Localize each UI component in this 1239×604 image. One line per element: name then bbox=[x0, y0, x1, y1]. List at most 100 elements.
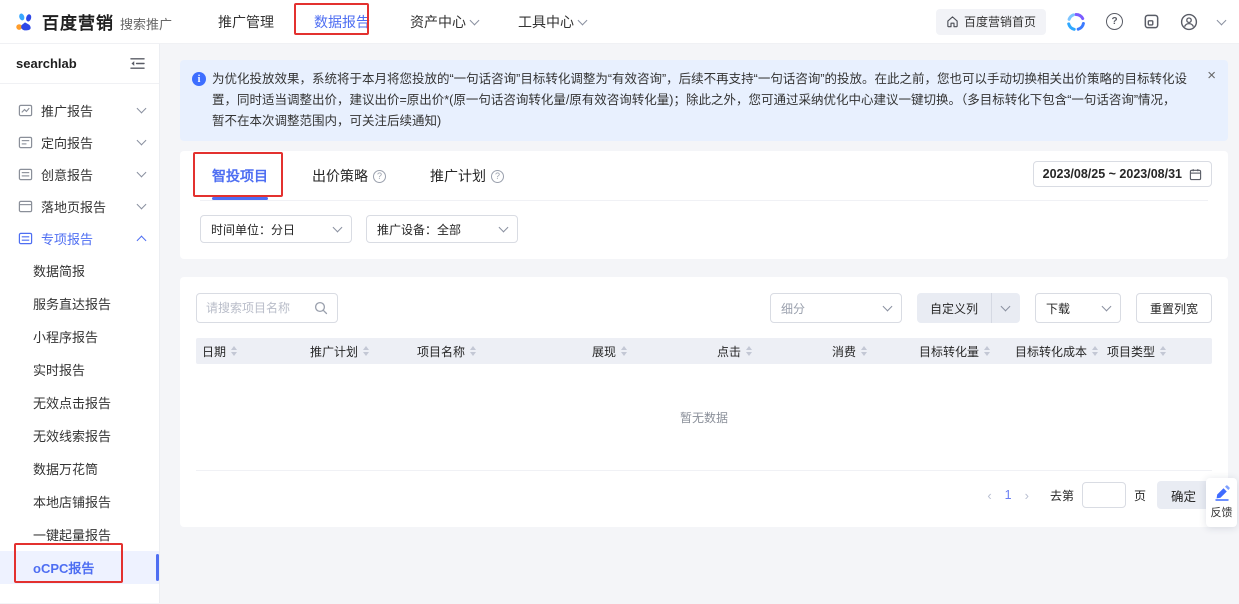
table-toolbar: 细分 自定义列 下载 重置列宽 bbox=[196, 293, 1212, 323]
close-icon[interactable]: × bbox=[1207, 68, 1216, 83]
calendar-icon bbox=[1189, 168, 1202, 181]
sidebar-subitem-data-kaleidoscope[interactable]: 数据万花筒 bbox=[0, 452, 159, 485]
sidebar-subitem-miniapp-report[interactable]: 小程序报告 bbox=[0, 320, 159, 353]
search-input[interactable] bbox=[206, 301, 308, 315]
account-chevron-down-icon[interactable] bbox=[1217, 15, 1227, 25]
goto-prefix-label: 去第 bbox=[1050, 487, 1074, 504]
reset-label: 重置列宽 bbox=[1150, 300, 1198, 317]
column-label: 点击 bbox=[717, 343, 741, 360]
help-icon[interactable]: ? bbox=[373, 170, 386, 183]
time-unit-value: 时间单位：分日 bbox=[211, 221, 295, 238]
download-select[interactable]: 下载 bbox=[1035, 293, 1121, 323]
sidebar-item-promotion-report[interactable]: 推广报告 bbox=[0, 94, 159, 126]
column-header-target-conversions[interactable]: 目标转化量 bbox=[919, 343, 1015, 360]
goto-page-input[interactable] bbox=[1082, 482, 1126, 508]
tab-promotion-plan[interactable]: 推广计划 ? bbox=[430, 151, 504, 200]
sort-icon[interactable] bbox=[1092, 346, 1098, 356]
sidebar-subitem-data-brief[interactable]: 数据简报 bbox=[0, 254, 159, 287]
empty-state-text: 暂无数据 bbox=[196, 364, 1212, 470]
tab-label: 推广计划 bbox=[430, 166, 486, 186]
confirm-button[interactable]: 确定 bbox=[1157, 481, 1210, 509]
sort-icon[interactable] bbox=[363, 346, 369, 356]
sidebar-title: searchlab bbox=[16, 56, 77, 71]
marketing-home-button[interactable]: 百度营销首页 bbox=[936, 9, 1046, 35]
help-icon[interactable]: ? bbox=[491, 170, 504, 183]
sidebar-subitem-one-key-boost-report[interactable]: 一键起量报告 bbox=[0, 518, 159, 551]
nav-item-tool-center[interactable]: 工具中心 bbox=[518, 12, 586, 32]
project-search-box[interactable] bbox=[196, 293, 338, 323]
date-range-picker[interactable]: 2023/08/25 ~ 2023/08/31 bbox=[1033, 161, 1212, 187]
current-page-number[interactable]: 1 bbox=[1003, 488, 1014, 502]
customize-columns-dropdown[interactable] bbox=[991, 293, 1020, 323]
sidebar-item-label: 定向报告 bbox=[41, 133, 130, 152]
sidebar-subitem-realtime-report[interactable]: 实时报告 bbox=[0, 353, 159, 386]
sidebar-subitem-invalid-lead-report[interactable]: 无效线索报告 bbox=[0, 419, 159, 452]
column-header-plan[interactable]: 推广计划 bbox=[310, 343, 417, 360]
nav-item-label: 资产中心 bbox=[410, 12, 466, 32]
report-icon bbox=[18, 103, 33, 118]
sort-icon[interactable] bbox=[231, 346, 237, 356]
chevron-down-icon bbox=[499, 223, 509, 233]
chevron-down-icon bbox=[137, 104, 147, 114]
nav-item-data-report[interactable]: 数据报告 bbox=[314, 12, 370, 32]
reset-column-width-button[interactable]: 重置列宽 bbox=[1136, 293, 1212, 323]
chevron-down-icon bbox=[1001, 302, 1011, 312]
apps-window-icon[interactable] bbox=[1143, 13, 1160, 30]
sidebar-item-label: 落地页报告 bbox=[41, 197, 130, 216]
sort-icon[interactable] bbox=[861, 346, 867, 356]
sidebar-subitem-service-direct-report[interactable]: 服务直达报告 bbox=[0, 287, 159, 320]
sidebar-item-label: 推广报告 bbox=[41, 101, 130, 120]
customize-columns-button[interactable]: 自定义列 bbox=[917, 293, 1020, 323]
sort-icon[interactable] bbox=[746, 346, 752, 356]
prev-page-icon[interactable]: ‹ bbox=[985, 488, 993, 503]
report-icon bbox=[18, 167, 33, 182]
feedback-label: 反馈 bbox=[1211, 504, 1233, 520]
column-label: 项目名称 bbox=[417, 343, 465, 360]
column-label: 日期 bbox=[202, 343, 226, 360]
nav-item-asset-center[interactable]: 资产中心 bbox=[410, 12, 478, 32]
chevron-down-icon bbox=[137, 168, 147, 178]
tab-label: 出价策略 bbox=[312, 166, 368, 186]
sidebar-item-special-report[interactable]: 专项报告 bbox=[0, 222, 159, 254]
column-header-clicks[interactable]: 点击 bbox=[717, 343, 832, 360]
column-header-project-type[interactable]: 项目类型 bbox=[1107, 343, 1212, 360]
sidebar-item-targeting-report[interactable]: 定向报告 bbox=[0, 126, 159, 158]
column-header-cost[interactable]: 消费 bbox=[832, 343, 919, 360]
device-select[interactable]: 推广设备：全部 bbox=[366, 215, 518, 243]
column-header-date[interactable]: 日期 bbox=[202, 343, 310, 360]
sort-icon[interactable] bbox=[470, 346, 476, 356]
collapse-menu-icon[interactable] bbox=[130, 57, 145, 70]
column-label: 目标转化成本 bbox=[1015, 343, 1087, 360]
column-header-impressions[interactable]: 展现 bbox=[592, 343, 717, 360]
top-nav: 推广管理 数据报告 资产中心 工具中心 bbox=[218, 12, 586, 32]
user-avatar-icon[interactable] bbox=[1180, 13, 1198, 31]
sidebar-item-creative-report[interactable]: 创意报告 bbox=[0, 158, 159, 190]
sort-icon[interactable] bbox=[621, 346, 627, 356]
spinner-brand-icon[interactable] bbox=[1066, 12, 1086, 32]
help-question-icon[interactable]: ? bbox=[1106, 13, 1123, 30]
brand-logo[interactable]: 百度营销 搜索推广 bbox=[14, 9, 172, 34]
nav-item-promotion-manage[interactable]: 推广管理 bbox=[218, 12, 274, 32]
sidebar-subitem-ocpc-report[interactable]: oCPC报告 bbox=[0, 551, 159, 584]
report-icon bbox=[18, 199, 33, 214]
search-icon[interactable] bbox=[314, 301, 328, 315]
tab-smart-project[interactable]: 智投项目 bbox=[212, 151, 268, 200]
info-icon: i bbox=[192, 72, 206, 86]
filter-row: 时间单位：分日 推广设备：全部 bbox=[200, 215, 1208, 243]
chevron-down-icon bbox=[883, 302, 893, 312]
sort-icon[interactable] bbox=[984, 346, 990, 356]
sidebar: searchlab 推广报告 定向报告 bbox=[0, 44, 160, 603]
segment-select[interactable]: 细分 bbox=[770, 293, 902, 323]
time-unit-select[interactable]: 时间单位：分日 bbox=[200, 215, 352, 243]
feedback-button[interactable]: 反馈 bbox=[1206, 478, 1237, 527]
report-tabs-card: 智投项目 出价策略 ? 推广计划 ? 2023/08/25 ~ 2023/08/… bbox=[180, 151, 1228, 259]
column-header-target-conversion-cost[interactable]: 目标转化成本 bbox=[1015, 343, 1107, 360]
sidebar-subitem-local-store-report[interactable]: 本地店铺报告 bbox=[0, 485, 159, 518]
tab-bid-strategy[interactable]: 出价策略 ? bbox=[312, 151, 386, 200]
brand-name: 百度营销 bbox=[42, 9, 114, 34]
sort-icon[interactable] bbox=[1160, 346, 1166, 356]
sidebar-item-landing-page-report[interactable]: 落地页报告 bbox=[0, 190, 159, 222]
column-header-project-name[interactable]: 项目名称 bbox=[417, 343, 592, 360]
next-page-icon[interactable]: › bbox=[1023, 488, 1031, 503]
sidebar-subitem-invalid-click-report[interactable]: 无效点击报告 bbox=[0, 386, 159, 419]
